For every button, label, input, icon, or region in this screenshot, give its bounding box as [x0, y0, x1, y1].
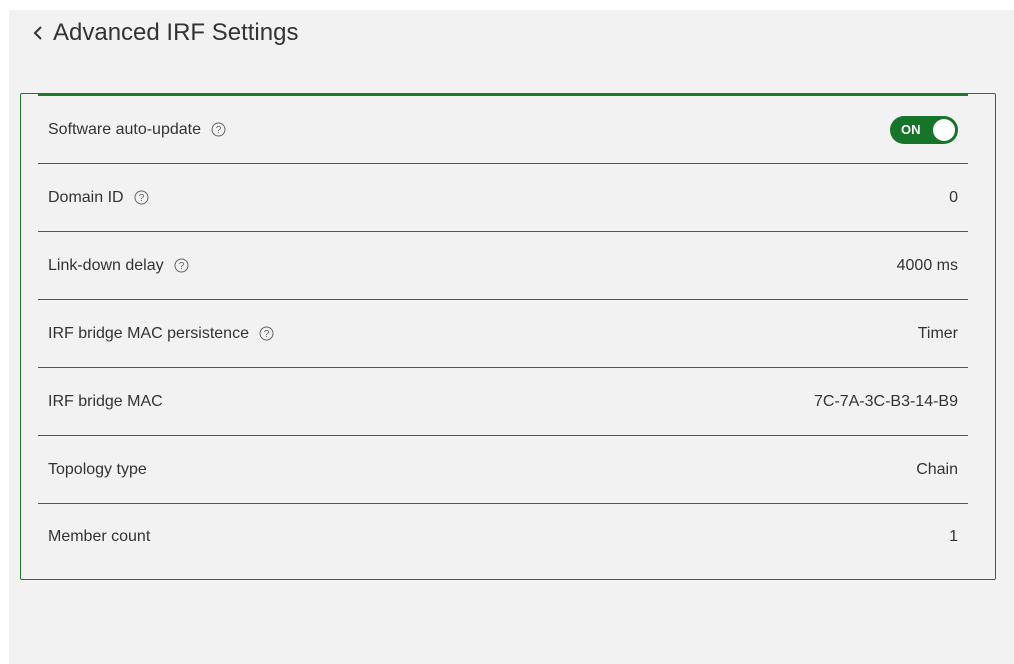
svg-text:?: ? — [138, 193, 144, 204]
help-icon[interactable]: ? — [174, 258, 189, 273]
setting-row-link-down-delay: Link-down delay ? 4000 ms — [38, 232, 968, 300]
page-header[interactable]: Advanced IRF Settings — [27, 20, 298, 46]
svg-text:?: ? — [178, 261, 184, 272]
setting-value: Timer — [917, 324, 958, 342]
setting-value: 1 — [949, 528, 958, 545]
settings-panel: Software auto-update ? ON Domain ID ? 0 … — [20, 93, 996, 580]
help-icon[interactable]: ? — [211, 122, 226, 137]
auto-update-toggle[interactable]: ON — [890, 115, 958, 144]
page-background: Advanced IRF Settings Software auto-upda… — [9, 10, 1014, 664]
setting-label: Software auto-update — [48, 120, 201, 138]
setting-label: Link-down delay — [48, 256, 164, 274]
setting-label: Domain ID — [48, 188, 124, 206]
help-icon[interactable]: ? — [134, 190, 149, 205]
setting-value: 7C-7A-3C-B3-14-B9 — [813, 392, 958, 410]
setting-row-domain-id: Domain ID ? 0 — [38, 164, 968, 232]
setting-value: 0 — [949, 188, 958, 206]
chevron-left-icon[interactable] — [27, 22, 49, 44]
setting-row-software-auto-update: Software auto-update ? ON — [38, 96, 968, 164]
page-title: Advanced IRF Settings — [53, 19, 299, 46]
setting-row-topology-type: Topology type Chain — [38, 436, 968, 504]
setting-label: IRF bridge MAC persistence — [48, 324, 249, 342]
setting-value: Chain — [916, 460, 958, 478]
setting-row-irf-bridge-mac: IRF bridge MAC 7C-7A-3C-B3-14-B9 — [38, 368, 968, 436]
setting-row-member-count: Member count 1 — [38, 504, 968, 570]
setting-label: IRF bridge MAC — [48, 392, 163, 410]
svg-text:?: ? — [216, 125, 222, 136]
setting-value: 4000 ms — [896, 256, 958, 274]
setting-row-irf-bridge-mac-persistence: IRF bridge MAC persistence ? Timer — [38, 300, 968, 368]
setting-label: Topology type — [48, 460, 147, 478]
svg-text:?: ? — [264, 329, 270, 340]
setting-label: Member count — [48, 528, 151, 545]
toggle-state-label: ON — [901, 122, 921, 137]
toggle-knob — [933, 118, 955, 141]
help-icon[interactable]: ? — [259, 326, 274, 341]
